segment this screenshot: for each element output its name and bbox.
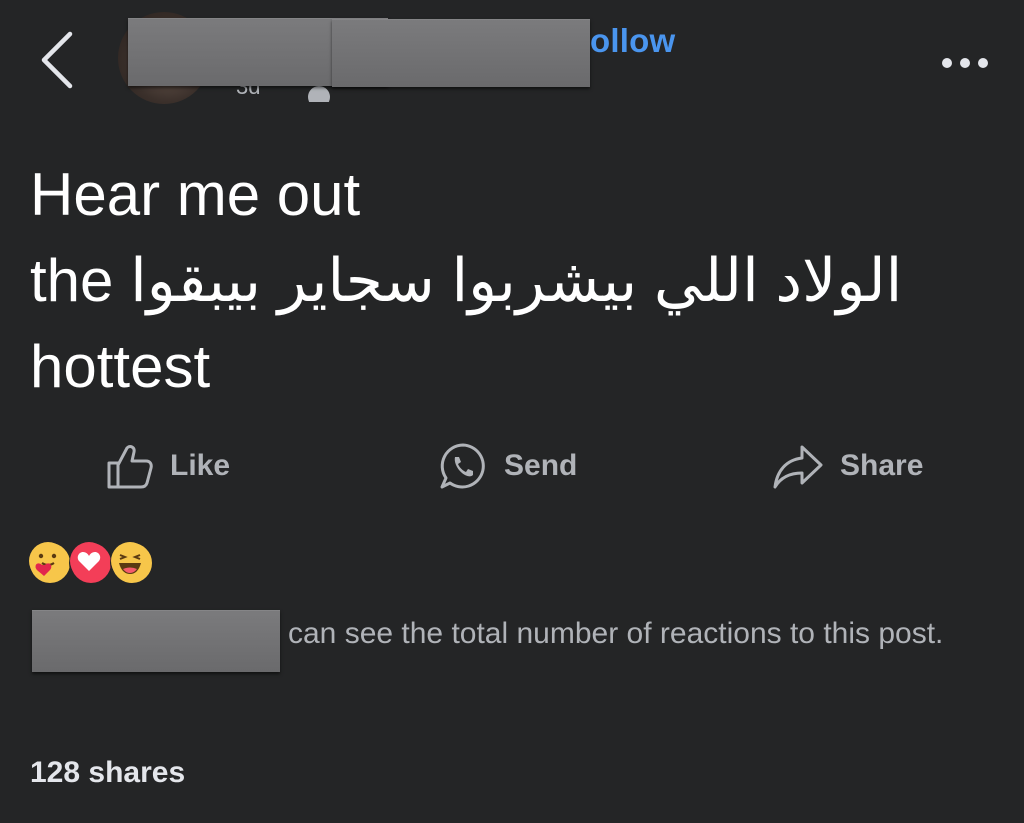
love-reaction-icon <box>69 541 113 585</box>
redacted-name-2 <box>332 19 590 87</box>
follow-button[interactable]: ollow <box>590 22 675 60</box>
reaction-icons[interactable] <box>28 540 154 586</box>
post-text: Hear me out الولاد اللي بيشربوا سجاير بي… <box>30 152 990 410</box>
share-arrow-icon <box>773 445 823 489</box>
more-dots-icon <box>942 58 988 68</box>
globe-icon <box>306 84 332 102</box>
like-button[interactable]: Like <box>104 438 230 494</box>
thumbs-up-icon <box>107 445 153 489</box>
send-button[interactable]: Send <box>438 438 577 494</box>
shares-count[interactable]: 128 shares <box>30 756 185 790</box>
reaction-note-text: can see the total number of reactions to… <box>288 617 944 650</box>
post-line-3: hottest <box>30 333 211 400</box>
whatsapp-icon <box>440 443 485 489</box>
back-button[interactable] <box>30 28 86 92</box>
chevron-left-icon <box>41 31 73 89</box>
post-line-2: الولاد اللي بيشربوا سجاير بيبقوا the <box>30 247 903 314</box>
share-button[interactable]: Share <box>772 438 923 494</box>
hug-reaction-icon <box>28 541 72 585</box>
share-label: Share <box>840 449 924 482</box>
more-options-button[interactable] <box>938 52 992 74</box>
like-label: Like <box>170 449 231 482</box>
post-line-1: Hear me out <box>30 161 361 228</box>
haha-reaction-icon <box>110 541 154 585</box>
send-label: Send <box>504 449 578 482</box>
redacted-viewer-name <box>32 610 280 672</box>
